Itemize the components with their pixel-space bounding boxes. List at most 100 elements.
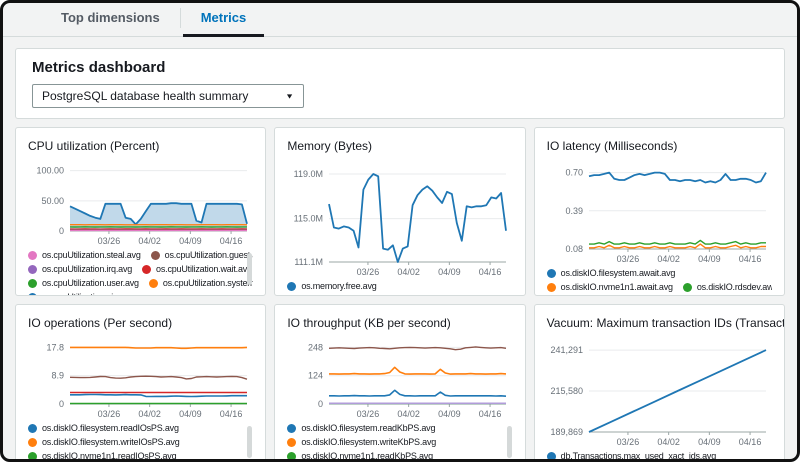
legend-row: os.cpuUtilization.steal.avg os.cpuUtiliza… xyxy=(28,250,253,260)
legend-color-dot-icon xyxy=(28,438,37,447)
svg-text:04/02: 04/02 xyxy=(398,409,421,419)
legend-color-dot-icon xyxy=(683,283,692,292)
svg-text:0.08: 0.08 xyxy=(565,244,583,254)
legend-item[interactable]: os.diskIO.nvme1n1.await.avg xyxy=(547,282,673,292)
svg-text:189,869: 189,869 xyxy=(550,427,583,437)
chart-title: Vacuum: Maximum transaction IDs (Transac… xyxy=(547,315,772,331)
legend-scrollbar[interactable] xyxy=(247,253,252,285)
legend-label: os.cpuUtilization.guest.avg xyxy=(165,250,254,260)
legend-row: os.diskIO.nvme1n1.await.avg os.diskIO.rds… xyxy=(547,282,772,292)
tab-top-dimensions[interactable]: Top dimensions xyxy=(43,2,178,37)
svg-text:04/02: 04/02 xyxy=(138,409,161,419)
metrics-dashboard-panel: Metrics dashboard PostgreSQL database he… xyxy=(15,48,785,119)
legend-label: os.cpuUtilization.system.avg xyxy=(163,278,253,288)
chart-card-latency: IO latency (Milliseconds) 0.700.390.0803… xyxy=(534,127,785,296)
svg-text:0.39: 0.39 xyxy=(565,206,583,216)
chart-title: IO latency (Milliseconds) xyxy=(547,138,772,154)
svg-text:04/02: 04/02 xyxy=(657,437,680,447)
chart-svg-ops: 17.88.9003/2604/0204/0904/16 xyxy=(28,337,253,419)
chart-legend: db.Transactions.max_used_xact_ids.avg xyxy=(547,451,772,461)
legend-row: os.memory.free.avg xyxy=(287,281,512,291)
legend-row: os.cpuUtilization.nice.avg xyxy=(28,292,253,296)
tab-metrics[interactable]: Metrics xyxy=(183,2,265,37)
legend-item[interactable]: os.cpuUtilization.irq.avg xyxy=(28,264,132,274)
legend-item[interactable]: os.cpuUtilization.wait.avg xyxy=(142,264,252,274)
legend-label: os.memory.free.avg xyxy=(301,281,376,291)
legend-color-dot-icon xyxy=(28,452,37,461)
legend-item[interactable]: os.diskIO.filesystem.writeIOsPS.avg xyxy=(28,437,180,447)
chart-card-cpu: CPU utilization (Percent) 100.0050.00003… xyxy=(15,127,266,296)
legend-label: os.diskIO.nvme1n1.readIOsPS.avg xyxy=(42,451,176,461)
legend-label: os.diskIO.filesystem.writeKbPS.avg xyxy=(301,437,436,447)
svg-text:04/09: 04/09 xyxy=(698,254,721,264)
legend-label: db.Transactions.max_used_xact_ids.avg xyxy=(561,451,716,461)
svg-text:04/09: 04/09 xyxy=(698,437,721,447)
dropdown-caret-icon: ▼ xyxy=(285,92,294,100)
legend-row: os.diskIO.filesystem.await.avg xyxy=(547,268,772,278)
svg-text:04/16: 04/16 xyxy=(479,267,502,277)
legend-scrollbar[interactable] xyxy=(507,426,512,458)
chart-plot: 100.0050.00003/2604/0204/0904/16 xyxy=(28,160,253,246)
legend-row: os.cpuUtilization.irq.avg os.cpuUtilizati… xyxy=(28,264,253,274)
chart-legend: os.diskIO.filesystem.await.avg os.diskIO.… xyxy=(547,268,772,292)
legend-row: db.Transactions.max_used_xact_ids.avg xyxy=(547,451,772,461)
legend-label: os.cpuUtilization.steal.avg xyxy=(42,250,141,260)
chart-plot: 17.88.9003/2604/0204/0904/16 xyxy=(28,337,253,419)
svg-text:0: 0 xyxy=(59,226,64,236)
chart-svg-latency: 0.700.390.0803/2604/0204/0904/16 xyxy=(547,160,772,264)
svg-text:04/16: 04/16 xyxy=(738,437,761,447)
legend-color-dot-icon xyxy=(287,282,296,291)
chart-card-ops: IO operations (Per second) 17.88.9003/26… xyxy=(15,304,266,462)
svg-text:17.8: 17.8 xyxy=(46,342,64,352)
svg-text:03/26: 03/26 xyxy=(357,409,380,419)
legend-item[interactable]: os.diskIO.filesystem.writeKbPS.avg xyxy=(287,437,436,447)
svg-text:124: 124 xyxy=(308,371,323,381)
chart-legend: os.diskIO.filesystem.readIOsPS.avg os.dis… xyxy=(28,423,253,462)
chart-svg-memory: 119.0M115.0M111.1M03/2604/0204/0904/16 xyxy=(287,160,512,277)
legend-item[interactable]: os.diskIO.filesystem.readIOsPS.avg xyxy=(28,423,179,433)
legend-item[interactable]: os.diskIO.rdsdev.await.avg xyxy=(683,282,772,292)
legend-label: os.cpuUtilization.user.avg xyxy=(42,278,139,288)
legend-color-dot-icon xyxy=(547,269,556,278)
legend-label: os.diskIO.nvme1n1.readKbPS.avg xyxy=(301,451,433,461)
legend-item[interactable]: os.cpuUtilization.system.avg xyxy=(149,278,253,288)
legend-color-dot-icon xyxy=(149,279,158,288)
legend-item[interactable]: os.cpuUtilization.user.avg xyxy=(28,278,139,288)
legend-item[interactable]: os.diskIO.filesystem.readKbPS.avg xyxy=(287,423,435,433)
svg-text:0.70: 0.70 xyxy=(565,168,583,178)
legend-scrollbar[interactable] xyxy=(247,426,252,458)
legend-label: os.diskIO.rdsdev.await.avg xyxy=(697,282,772,292)
chart-title: IO throughput (KB per second) xyxy=(287,315,512,331)
svg-text:215,580: 215,580 xyxy=(550,386,583,396)
legend-label: os.cpuUtilization.wait.avg xyxy=(156,264,252,274)
legend-item[interactable]: db.Transactions.max_used_xact_ids.avg xyxy=(547,451,716,461)
svg-text:115.0M: 115.0M xyxy=(294,214,323,224)
chart-plot: 241,291215,580189,86903/2604/0204/0904/1… xyxy=(547,337,772,447)
legend-item[interactable]: os.cpuUtilization.guest.avg xyxy=(151,250,254,260)
dashboard-select[interactable]: PostgreSQL database health summary ▼ xyxy=(32,84,304,108)
chart-plot: 0.700.390.0803/2604/0204/0904/16 xyxy=(547,160,772,264)
svg-text:8.9: 8.9 xyxy=(51,371,64,381)
dashboard-select-value: PostgreSQL database health summary xyxy=(42,89,248,103)
legend-label: os.diskIO.filesystem.readKbPS.avg xyxy=(301,423,435,433)
legend-item[interactable]: os.cpuUtilization.steal.avg xyxy=(28,250,141,260)
svg-text:04/02: 04/02 xyxy=(657,254,680,264)
legend-item[interactable]: os.memory.free.avg xyxy=(287,281,376,291)
chart-plot: 119.0M115.0M111.1M03/2604/0204/0904/16 xyxy=(287,160,512,277)
legend-color-dot-icon xyxy=(28,265,37,274)
legend-color-dot-icon xyxy=(28,424,37,433)
legend-row: os.diskIO.nvme1n1.readKbPS.avg xyxy=(287,451,512,461)
svg-text:100.00: 100.00 xyxy=(36,166,64,176)
legend-item[interactable]: os.diskIO.nvme1n1.readIOsPS.avg xyxy=(28,451,176,461)
legend-color-dot-icon xyxy=(28,251,37,260)
svg-text:03/26: 03/26 xyxy=(357,267,380,277)
chart-legend: os.memory.free.avg xyxy=(287,281,512,291)
legend-item[interactable]: os.diskIO.nvme1n1.readKbPS.avg xyxy=(287,451,433,461)
svg-text:0: 0 xyxy=(318,399,323,409)
legend-item[interactable]: os.diskIO.filesystem.await.avg xyxy=(547,268,676,278)
chart-title: CPU utilization (Percent) xyxy=(28,138,253,154)
chart-card-throughput: IO throughput (KB per second) 248124003/… xyxy=(274,304,525,462)
legend-label: os.diskIO.nvme1n1.await.avg xyxy=(561,282,673,292)
legend-item[interactable]: os.cpuUtilization.nice.avg xyxy=(28,292,138,296)
svg-text:50.00: 50.00 xyxy=(41,196,64,206)
